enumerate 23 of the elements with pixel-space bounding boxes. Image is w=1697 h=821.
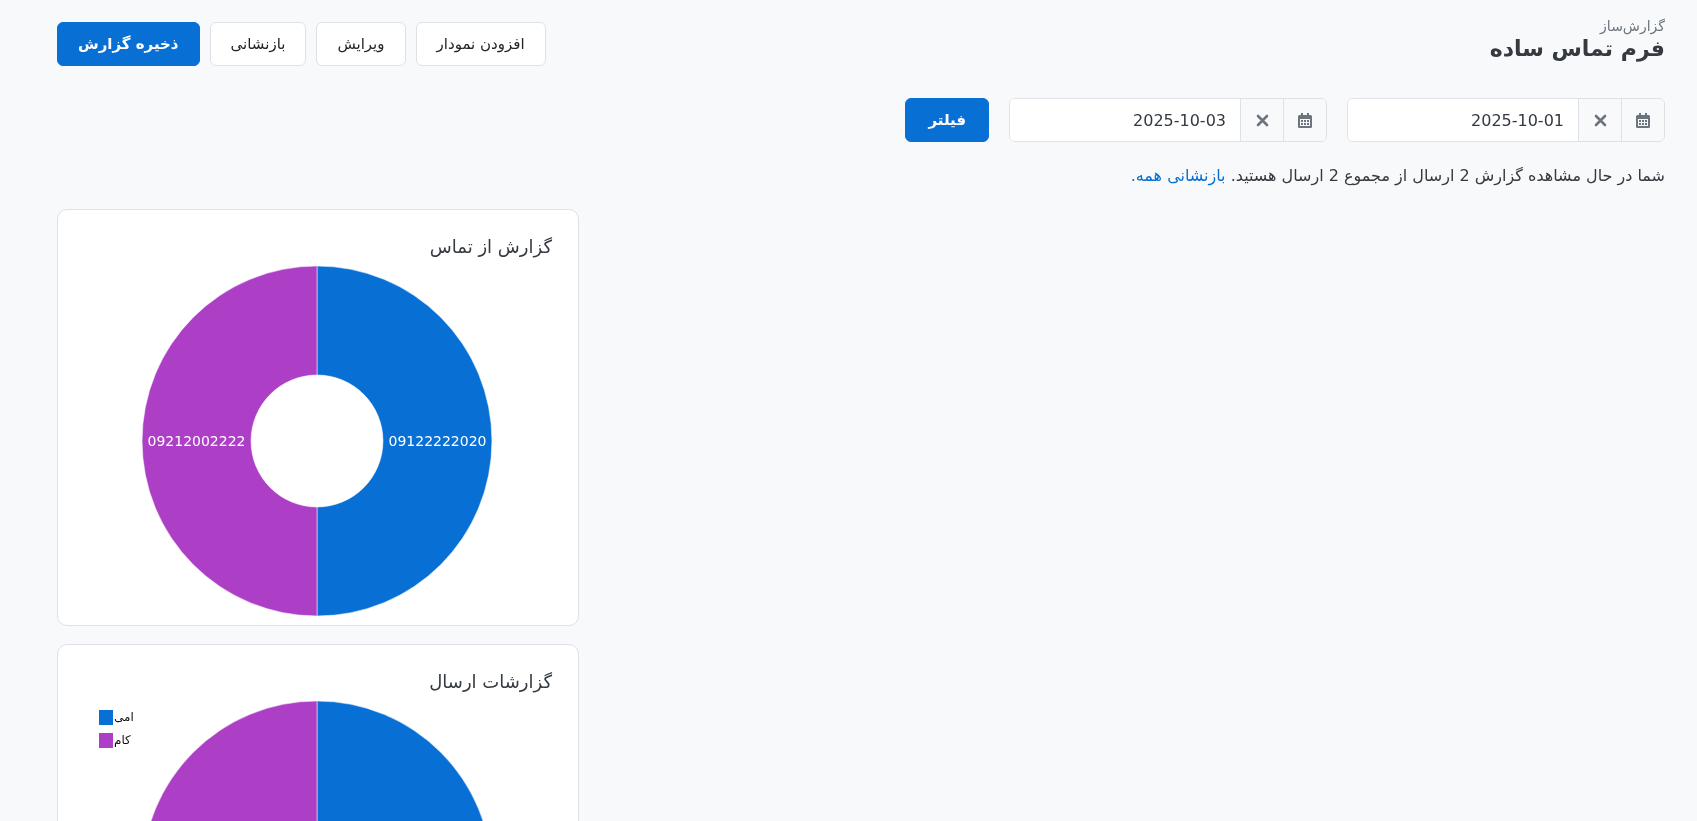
clear-icon[interactable] [1593, 113, 1607, 127]
date-field[interactable]: 2025-10-01 [1347, 98, 1665, 142]
calendar-icon[interactable] [1297, 111, 1313, 129]
chart-title: گزارشات ارسال [428, 671, 552, 692]
action-button[interactable]: ویرایش [316, 22, 406, 66]
action-button[interactable]: ذخیره گزارش [57, 22, 200, 66]
action-button[interactable]: افزودن نمودار [415, 22, 546, 66]
chart-title: گزارش از تماس [428, 236, 552, 257]
action-button[interactable]: بازنشانی [209, 22, 307, 66]
summary-text: شما در حال مشاهده گزارش 2 ارسال از مجموع 2 ارسال هستید. بازنشانی همه. [1129, 166, 1665, 185]
slice-label: 09212002222 [147, 433, 246, 449]
clear-icon[interactable] [1255, 113, 1269, 127]
page-title: فرم تماس ساده [1489, 36, 1665, 61]
legend-label: کام [114, 733, 131, 748]
reset-all-link[interactable]: بازنشانی همه. [1130, 166, 1226, 185]
filter-button[interactable]: فیلتر [905, 98, 989, 142]
page-subtitle: گزارش‌ساز [1600, 18, 1665, 34]
legend-swatch [99, 733, 113, 748]
calendar-icon[interactable] [1635, 111, 1651, 129]
legend-swatch [99, 710, 113, 725]
legend-label: امی [114, 710, 134, 725]
date-field[interactable]: 2025-10-03 [1009, 98, 1327, 142]
slice-label: 09122222020 [388, 433, 487, 449]
